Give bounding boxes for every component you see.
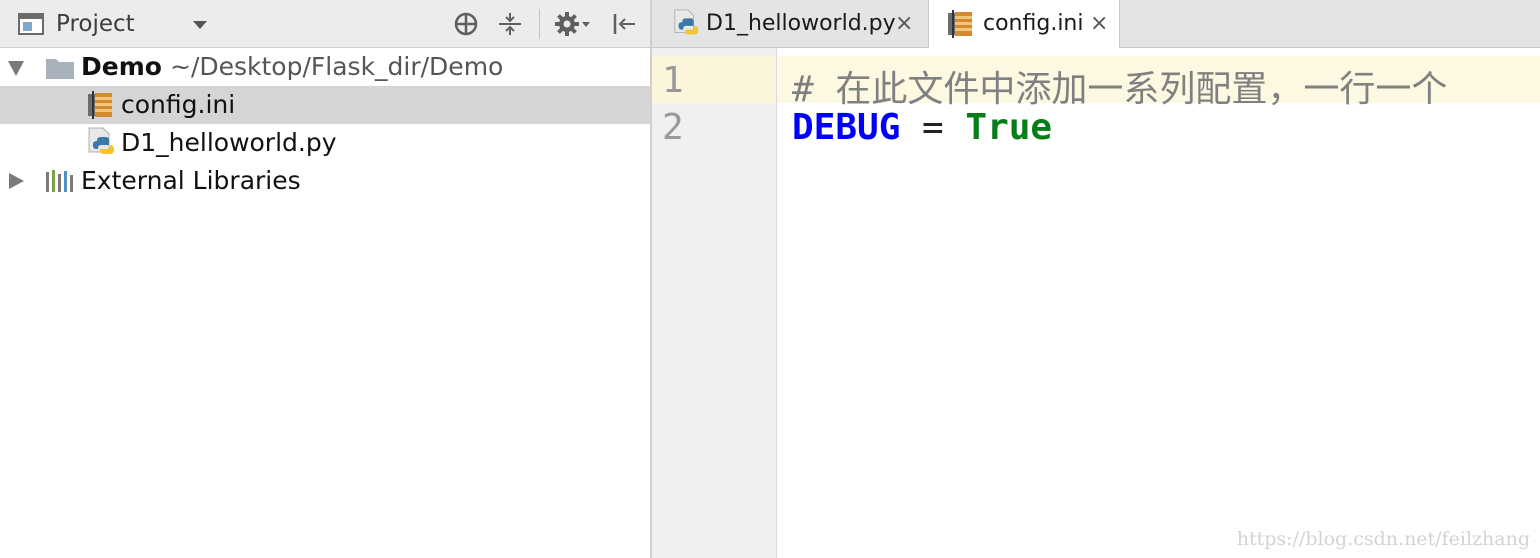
editor-tab-bar: D1_helloworld.py × config.ini ×: [652, 0, 1540, 48]
project-view-icon: [18, 13, 44, 35]
settings-button[interactable]: [554, 10, 594, 38]
ini-file-icon: [948, 10, 972, 38]
ide-window: Project Demo ~/Desktop/Flask_dir/Demo co…: [0, 0, 1540, 558]
config-key: DEBUG: [792, 107, 901, 148]
line-number: 1: [662, 60, 684, 101]
libraries-icon: [46, 170, 73, 192]
close-icon[interactable]: ×: [895, 13, 913, 35]
tab-label: D1_helloworld.py: [706, 11, 896, 36]
toolbar-divider: [539, 9, 540, 39]
project-view-selector[interactable]: Project: [18, 9, 135, 39]
tree-item-path: ~/Desktop/Flask_dir/Demo: [170, 52, 504, 81]
assignment-operator: =: [900, 107, 966, 148]
folder-icon: [46, 59, 74, 79]
line-number: 2: [662, 107, 684, 148]
gear-icon: [555, 12, 590, 36]
tree-item-label: External Libraries: [81, 166, 301, 195]
code-line-1[interactable]: # 在此文件中添加一系列配置，一行一个: [792, 60, 1447, 112]
tree-item-label: D1_helloworld.py: [121, 128, 337, 157]
project-view-label: Project: [56, 11, 135, 37]
code-comment: # 在此文件中添加一系列配置，一行一个: [792, 69, 1448, 110]
tab-d1-helloworld[interactable]: D1_helloworld.py ×: [652, 0, 927, 47]
expand-arrow-icon[interactable]: [8, 61, 24, 76]
chevron-down-icon[interactable]: [193, 21, 207, 29]
python-file-icon: [88, 127, 114, 154]
project-panel: Project Demo ~/Desktop/Flask_dir/Demo co…: [0, 0, 652, 558]
crosshair-icon: [454, 12, 478, 36]
code-line-2[interactable]: DEBUG = True: [792, 107, 1052, 148]
tree-item-external-libraries[interactable]: External Libraries: [0, 162, 650, 200]
tree-item-label: config.ini: [121, 90, 236, 119]
expand-arrow-icon[interactable]: [9, 173, 24, 189]
tree-item-d1-helloworld[interactable]: D1_helloworld.py: [0, 124, 650, 162]
tree-item-config-ini[interactable]: config.ini: [0, 86, 650, 124]
collapse-all-button[interactable]: [496, 10, 524, 38]
code-editor[interactable]: 1 2 # 在此文件中添加一系列配置，一行一个 DEBUG = True: [652, 48, 1540, 558]
ini-file-icon: [88, 91, 112, 119]
tree-item-demo[interactable]: Demo ~/Desktop/Flask_dir/Demo: [0, 48, 650, 86]
hide-panel-icon: [613, 14, 635, 34]
hide-panel-button[interactable]: [610, 10, 638, 38]
collapse-all-icon: [499, 13, 521, 35]
tab-config-ini[interactable]: config.ini ×: [928, 0, 1120, 48]
config-value: True: [965, 107, 1053, 148]
tab-label: config.ini: [983, 11, 1084, 36]
locate-file-button[interactable]: [452, 10, 480, 38]
watermark: https://blog.csdn.net/feilzhang: [1236, 528, 1530, 550]
python-file-icon: [674, 9, 699, 35]
project-toolbar: Project: [0, 0, 650, 48]
close-icon[interactable]: ×: [1090, 13, 1108, 35]
tree-item-label: Demo: [81, 52, 162, 81]
